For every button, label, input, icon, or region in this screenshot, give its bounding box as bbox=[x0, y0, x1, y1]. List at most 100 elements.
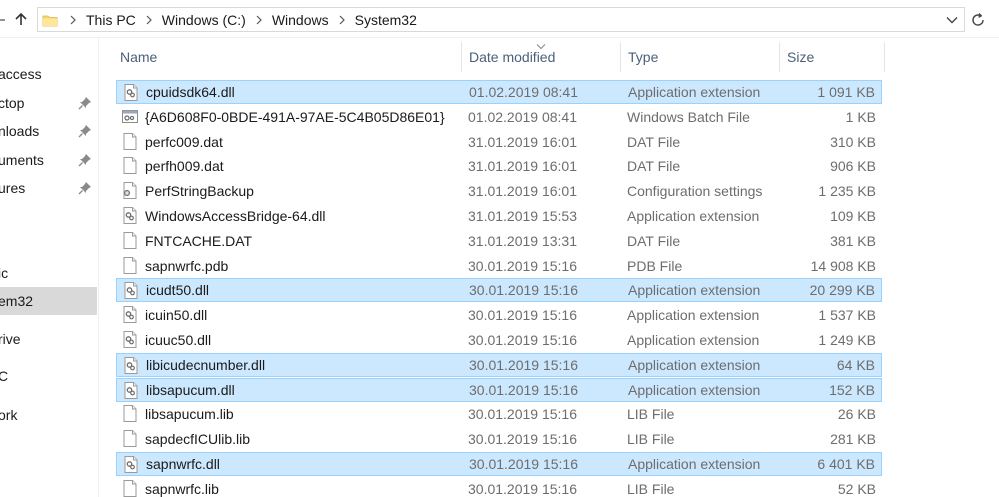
file-row[interactable]: perfh009.dat 31.01.2019 16:01 DAT File 906 … bbox=[116, 154, 882, 178]
chevron-down-icon[interactable] bbox=[944, 12, 960, 28]
column-header-type[interactable]: Type bbox=[628, 42, 778, 72]
file-size: 6 401 KB bbox=[817, 456, 875, 472]
file-size: 20 299 KB bbox=[809, 282, 875, 298]
sidebar-item-system32[interactable]: em32 bbox=[0, 287, 97, 315]
file-date-modified: 31.01.2019 15:53 bbox=[468, 208, 577, 224]
file-date-modified: 31.01.2019 16:01 bbox=[468, 158, 577, 174]
file-row[interactable]: icuin50.dll 30.01.2019 15:16 Application e… bbox=[116, 303, 882, 327]
chevron-right-icon[interactable] bbox=[69, 15, 77, 25]
file-row[interactable]: libicudecnumber.dll 30.01.2019 15:16 Appli… bbox=[116, 353, 882, 377]
column-header-size[interactable]: Size bbox=[787, 42, 883, 72]
sidebar-item-label: C bbox=[0, 368, 9, 384]
file-row[interactable]: cpuidsdk64.dll 01.02.2019 08:41 Applicatio… bbox=[116, 80, 882, 104]
sidebar-item-quick-access[interactable]: access bbox=[0, 60, 97, 88]
file-name: sapnwrfc.lib bbox=[145, 481, 219, 497]
sidebar-item-label: access bbox=[0, 66, 42, 82]
file-name: icudt50.dll bbox=[146, 282, 210, 298]
pane-divider[interactable] bbox=[98, 38, 99, 497]
file-name: libicudecnumber.dll bbox=[146, 357, 266, 373]
file-date-modified: 31.01.2019 13:31 bbox=[468, 233, 577, 249]
column-header-name[interactable]: Name bbox=[120, 42, 460, 72]
breadcrumb-windows[interactable]: Windows bbox=[272, 12, 329, 28]
sidebar-item-label: rive bbox=[0, 331, 21, 347]
sidebar-item-desktop[interactable]: ctop bbox=[0, 89, 97, 117]
breadcrumb-system32[interactable]: System32 bbox=[355, 12, 417, 28]
file-date-modified: 30.01.2019 15:16 bbox=[468, 307, 577, 323]
file-size: 64 KB bbox=[836, 357, 875, 373]
file-row[interactable]: sapnwrfc.dll 30.01.2019 15:16 Application … bbox=[116, 452, 882, 476]
column-separator[interactable] bbox=[884, 42, 885, 72]
file-size: 52 KB bbox=[837, 481, 876, 497]
file-row[interactable]: WindowsAccessBridge-64.dll 31.01.2019 15:… bbox=[116, 204, 882, 228]
back-arrow-icon[interactable] bbox=[0, 13, 6, 25]
file-date-modified: 01.02.2019 08:41 bbox=[468, 109, 577, 125]
file-type: Application extension bbox=[628, 456, 761, 472]
file-row[interactable]: sapdecfICUlib.lib 30.01.2019 15:16 LIB Fil… bbox=[116, 427, 882, 451]
file-type: DAT File bbox=[627, 233, 681, 249]
file-row[interactable]: sapnwrfc.pdb 30.01.2019 15:16 PDB File 14 9… bbox=[116, 254, 882, 278]
address-bar[interactable]: This PC Windows (C:) Windows System32 bbox=[37, 7, 965, 32]
file-row[interactable]: PerfStringBackup 31.01.2019 16:01 Configur… bbox=[116, 179, 882, 203]
file-name: PerfStringBackup bbox=[145, 183, 254, 199]
column-separator[interactable] bbox=[620, 42, 621, 72]
column-header-date-modified[interactable]: Date modified bbox=[469, 42, 619, 72]
file-date-modified: 30.01.2019 15:16 bbox=[468, 481, 577, 497]
file-size: 1 KB bbox=[845, 109, 876, 125]
sidebar-item-network[interactable]: ork bbox=[0, 401, 97, 429]
refresh-icon[interactable] bbox=[965, 7, 990, 32]
blank-file-icon bbox=[122, 430, 138, 447]
file-row[interactable]: icudt50.dll 30.01.2019 15:16 Application e… bbox=[116, 278, 882, 302]
file-name: sapnwrfc.pdb bbox=[145, 258, 229, 274]
dll-icon bbox=[123, 282, 139, 299]
column-header-label: Type bbox=[628, 49, 659, 65]
file-date-modified: 30.01.2019 15:16 bbox=[468, 406, 577, 422]
sidebar-item-pictures[interactable]: ures bbox=[0, 174, 97, 202]
file-size: 381 KB bbox=[830, 233, 876, 249]
column-header-label: Size bbox=[787, 49, 815, 65]
up-arrow-icon[interactable] bbox=[10, 8, 32, 30]
sidebar-item-onedrive[interactable]: rive bbox=[0, 325, 97, 353]
breadcrumb-windows-c[interactable]: Windows (C:) bbox=[162, 12, 246, 28]
breadcrumb-this-pc[interactable]: This PC bbox=[86, 12, 136, 28]
file-size: 310 KB bbox=[830, 134, 876, 150]
file-name: perfh009.dat bbox=[145, 158, 224, 174]
navigation-pane: access ctop nloads uments ures ic em32 r… bbox=[0, 38, 97, 497]
dll-icon bbox=[123, 84, 139, 101]
chevron-right-icon[interactable] bbox=[255, 15, 263, 25]
file-size: 1 249 KB bbox=[818, 332, 876, 348]
file-row[interactable]: {A6D608F0-0BDE-491A-97AE-5C4B05D86E01} 01… bbox=[116, 105, 882, 129]
sidebar-item-documents[interactable]: uments bbox=[0, 146, 97, 174]
blank-file-icon bbox=[122, 257, 138, 274]
column-separator[interactable] bbox=[461, 42, 462, 72]
file-size: 152 KB bbox=[829, 382, 875, 398]
file-row[interactable]: icuuc50.dll 30.01.2019 15:16 Application e… bbox=[116, 328, 882, 352]
file-row[interactable]: sapnwrfc.lib 30.01.2019 15:16 LIB File 52 K… bbox=[116, 477, 882, 497]
file-row[interactable]: libsapucum.lib 30.01.2019 15:16 LIB File 26… bbox=[116, 402, 882, 426]
chevron-right-icon[interactable] bbox=[338, 15, 346, 25]
navigation-bar: This PC Windows (C:) Windows System32 bbox=[0, 0, 999, 38]
file-row[interactable]: perfc009.dat 31.01.2019 16:01 DAT File 310 … bbox=[116, 130, 882, 154]
column-separator[interactable] bbox=[779, 42, 780, 72]
file-date-modified: 30.01.2019 15:16 bbox=[468, 258, 577, 274]
folder-icon bbox=[42, 12, 58, 28]
sidebar-item-label: ctop bbox=[0, 95, 25, 111]
file-type: Application extension bbox=[628, 282, 761, 298]
file-name: perfc009.dat bbox=[145, 134, 223, 150]
file-type: PDB File bbox=[627, 258, 683, 274]
file-size: 1 091 KB bbox=[817, 84, 875, 100]
dll-icon bbox=[123, 382, 139, 399]
file-type: Application extension bbox=[628, 357, 761, 373]
file-row[interactable]: FNTCACHE.DAT 31.01.2019 13:31 DAT File 381 … bbox=[116, 229, 882, 253]
file-row[interactable]: libsapucum.dll 30.01.2019 15:16 Applicatio… bbox=[116, 378, 882, 402]
file-name: {A6D608F0-0BDE-491A-97AE-5C4B05D86E01} bbox=[145, 109, 445, 125]
chevron-right-icon[interactable] bbox=[145, 15, 153, 25]
file-name: libsapucum.lib bbox=[145, 406, 234, 422]
sidebar-item-music[interactable]: ic bbox=[0, 259, 97, 287]
sidebar-item-downloads[interactable]: nloads bbox=[0, 117, 97, 145]
sidebar-item-label: uments bbox=[0, 152, 44, 168]
pin-icon bbox=[78, 124, 92, 138]
config-file-icon bbox=[122, 182, 138, 199]
file-name: FNTCACHE.DAT bbox=[145, 233, 253, 249]
pin-icon bbox=[78, 181, 92, 195]
sidebar-item-this-pc[interactable]: C bbox=[0, 362, 97, 390]
